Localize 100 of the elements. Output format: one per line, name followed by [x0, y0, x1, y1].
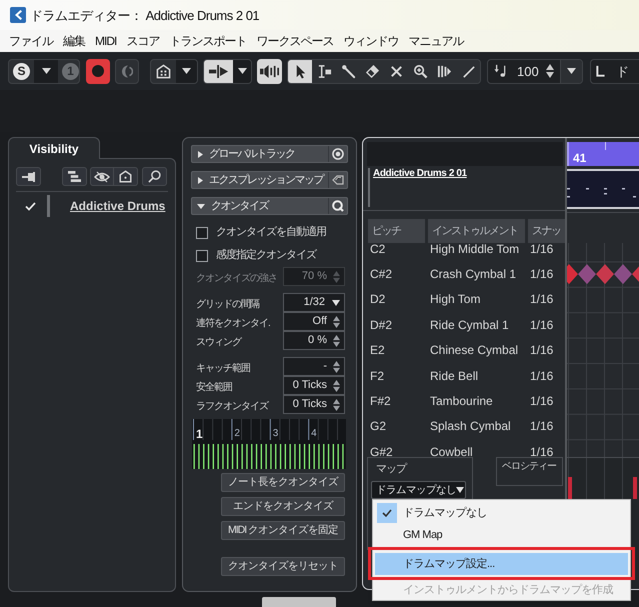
pitch-cell: G#2 [370, 444, 393, 457]
menu-item[interactable]: MIDI [90, 31, 122, 51]
spin-field[interactable]: - [283, 357, 345, 376]
checkbox-label: クオンタイズを自動適用 [216, 227, 326, 238]
pitch-cell: F2 [370, 368, 384, 383]
stick-icon [340, 64, 356, 78]
house-icon [156, 64, 171, 78]
menu-item[interactable]: ウィンドウ [338, 31, 404, 51]
velocity-bar [633, 477, 637, 499]
solo-button[interactable]: S [13, 62, 30, 80]
caret-icon [332, 300, 340, 306]
instrument-cell: High Middle Tom [430, 243, 520, 256]
section-header[interactable]: グローバルトラック [191, 145, 348, 163]
dropdown-button[interactable] [34, 60, 58, 82]
action-button[interactable]: MIDI クオンタイズを固定 [221, 521, 345, 540]
note-icon [494, 64, 508, 78]
list-icon [68, 171, 81, 182]
section-header[interactable]: エクスプレッションマップ [191, 171, 348, 189]
spin-field[interactable]: 0 % [283, 331, 345, 350]
instrument-cell: High Tom [430, 292, 480, 306]
caret-icon [456, 487, 464, 493]
pitch-cell: F#2 [370, 394, 391, 408]
snap-cell: 1/16 [530, 318, 554, 332]
dropdown-button[interactable] [233, 60, 251, 82]
app-icon [10, 7, 26, 23]
menu-item[interactable]: トランスポート [164, 31, 252, 51]
pitch-cell: G2 [370, 419, 386, 434]
column-header[interactable]: ピッチ [368, 219, 425, 243]
eye-icon [94, 170, 110, 182]
cross-icon [388, 64, 404, 78]
action-button[interactable]: クオンタイズをリセット [221, 557, 345, 576]
spin-field[interactable]: 0 Ticks [283, 376, 345, 395]
dropdown-field[interactable]: 1/32 [283, 293, 345, 312]
field-label: グリッドの間隔 [196, 298, 259, 310]
instrument-cell: Crash Cymbal 1 [430, 267, 516, 282]
field-label: キャッチ範囲 [196, 362, 250, 374]
drum-note[interactable] [578, 264, 596, 284]
caret-icon [182, 68, 191, 74]
velocity-field[interactable]: 100 [488, 60, 560, 82]
field-label: ラフクオンタイズ [196, 400, 268, 412]
drum-note[interactable] [596, 264, 614, 284]
house-button[interactable] [114, 167, 138, 186]
menu-item[interactable]: スコア [121, 31, 164, 51]
section-header[interactable]: クオンタイズ [191, 197, 348, 215]
field-label: 連符をクオンタイ. [196, 318, 270, 328]
instrument-cell: Splash Cymbal [430, 419, 511, 434]
spin-arrows-icon [546, 64, 554, 78]
list-button[interactable] [62, 167, 87, 186]
track-name: Addictive Drums 2 01 [373, 168, 467, 180]
map-dropdown[interactable]: ドラムマップなし [371, 481, 466, 499]
menu-item[interactable]: ワークスペース [251, 31, 338, 51]
toolbar-button[interactable] [204, 60, 233, 82]
search-icon [148, 170, 161, 183]
menu-item[interactable]: ドラムマップ設定... [375, 553, 628, 575]
q-letter-icon [332, 200, 344, 212]
dropdown-button[interactable] [176, 60, 197, 82]
checkbox[interactable] [196, 250, 208, 262]
menu-item[interactable]: GM Map [375, 524, 628, 547]
toolbar-button[interactable]: ド [590, 58, 639, 84]
record-icon [92, 65, 104, 77]
speaker-icon [260, 64, 279, 78]
beat-label: 4 [311, 428, 317, 439]
dropdown-button[interactable] [560, 60, 582, 82]
eye-button[interactable] [90, 167, 114, 186]
search-button[interactable] [142, 167, 167, 186]
line-icon [460, 64, 476, 78]
snap-cell: 1/16 [530, 292, 554, 306]
snap-cell: 1/16 [530, 444, 554, 457]
tool-button[interactable] [288, 60, 312, 82]
tag-icon [332, 175, 344, 185]
eraser-icon [364, 64, 380, 78]
column-header[interactable]: スナッ [528, 219, 565, 243]
visibility-tab[interactable]: Visibility [8, 137, 100, 159]
spin-arrows-icon [333, 398, 340, 410]
snap-cell: 1/16 [530, 394, 554, 408]
record-button[interactable] [86, 58, 110, 84]
pin-button[interactable] [16, 167, 41, 186]
instrument-cell: Tambourine [430, 394, 493, 408]
action-button[interactable]: ノート長をクオンタイズ [221, 473, 345, 492]
checkbox[interactable] [196, 226, 208, 238]
spin-arrows-icon [333, 380, 340, 392]
menu-item[interactable]: マニュアル [403, 31, 468, 51]
field-label: スウィング [196, 336, 241, 348]
drum-note[interactable] [614, 264, 632, 284]
menu-item[interactable]: ファイル [4, 31, 58, 51]
action-button[interactable]: エンドをクオンタイズ [221, 497, 345, 516]
speaker-button[interactable] [257, 58, 282, 84]
instrument-cell: Ride Bell [430, 368, 478, 383]
spin-field[interactable]: 0 Ticks [283, 395, 345, 414]
spin-field[interactable]: Off [283, 312, 345, 331]
column-header[interactable]: インストゥルメント [428, 219, 525, 243]
check-icon[interactable] [25, 202, 36, 210]
pitch-cell: D#2 [370, 318, 392, 332]
snap-cell: 1/16 [530, 343, 554, 358]
track-name[interactable]: Addictive Drums [70, 200, 166, 212]
menu-item[interactable]: ドラムマップなし [375, 502, 628, 524]
scrollbar-thumb[interactable] [262, 597, 336, 607]
snap-cell: 1/16 [530, 419, 554, 434]
caret-icon [238, 68, 246, 74]
menu-item[interactable]: 編集 [58, 31, 90, 51]
